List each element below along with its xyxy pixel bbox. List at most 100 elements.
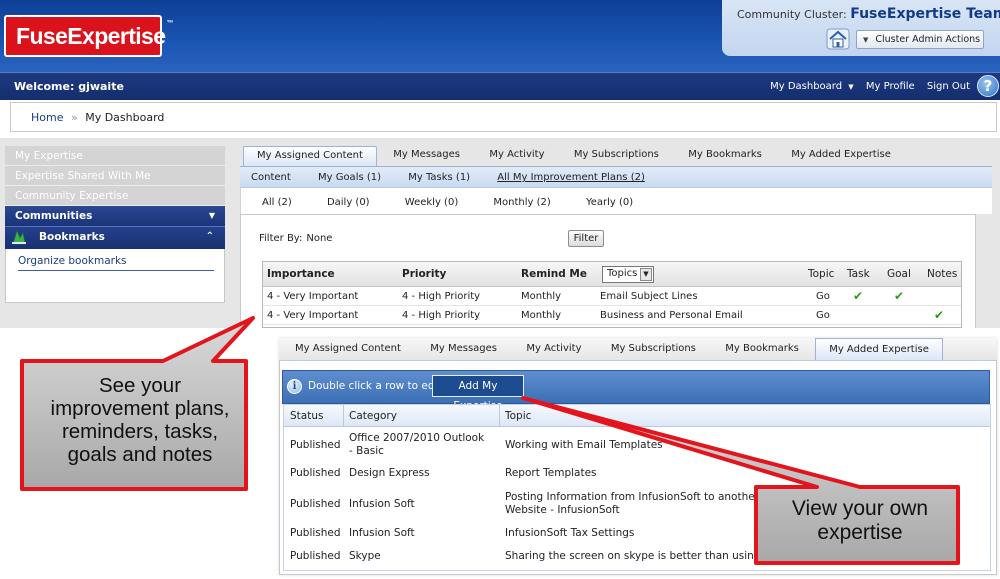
chevron-down-icon: ▼ (640, 268, 652, 281)
col-topic[interactable]: Topic (505, 410, 531, 422)
subtab-my-goals[interactable]: My Goals (1) (318, 172, 381, 183)
col-status[interactable]: Status (290, 410, 323, 422)
topics-select-value: Topics (607, 268, 638, 279)
tab-my-messages[interactable]: My Messages (380, 146, 473, 166)
table-row[interactable]: Published Office 2007/2010 Outlook - Bas… (284, 427, 990, 463)
check-icon: ✔ (853, 289, 864, 303)
frequency-filter-bar: All (2) Daily (0) Weekly (0) Monthly (2)… (240, 188, 992, 214)
subtab-my-tasks[interactable]: My Tasks (1) (408, 172, 470, 183)
chevron-up-icon: ⌃ (205, 231, 214, 242)
freq-yearly[interactable]: Yearly (0) (586, 197, 633, 208)
subtab-content[interactable]: Content (251, 172, 291, 183)
nav-sign-out[interactable]: Sign Out (927, 81, 970, 92)
table-row[interactable]: 4 - Very Important 4 - High Priority Mon… (263, 306, 961, 325)
tab-my-activity[interactable]: My Activity (476, 146, 557, 166)
callout-line: improvement plans, (50, 397, 230, 420)
tab-my-subscriptions[interactable]: My Subscriptions (561, 146, 672, 166)
col-topic: Topic (808, 268, 835, 280)
row-topic: Working with Email Templates (505, 439, 663, 451)
col-remind-me[interactable]: Remind Me (521, 268, 587, 280)
tab-my-assigned-content[interactable]: My Assigned Content (282, 338, 414, 360)
table-row[interactable]: Published Design Express Report Template… (284, 463, 990, 486)
row-status: Published (290, 498, 341, 510)
freq-weekly[interactable]: Weekly (0) (405, 197, 458, 208)
filter-button[interactable]: Filter (568, 230, 604, 247)
column-divider (343, 405, 344, 427)
sidebar-communities-header[interactable]: Communities ▼ (5, 206, 225, 227)
freq-all[interactable]: All (2) (262, 197, 292, 208)
callout-line: expertise (817, 521, 903, 544)
callout-own-expertise-text: View your own expertise (762, 497, 958, 545)
nav-my-dashboard[interactable]: My Dashboard ▼ (761, 81, 854, 92)
organize-bookmarks-link[interactable]: Organize bookmarks (18, 255, 214, 271)
table-row[interactable]: 4 - Very Important 4 - High Priority Mon… (263, 287, 961, 306)
logo-trademark: ™ (166, 20, 173, 27)
row-importance: 4 - Very Important (267, 291, 359, 302)
tab-my-subscriptions[interactable]: My Subscriptions (598, 338, 709, 360)
row-category: Infusion Soft (349, 527, 415, 539)
chevron-down-icon: ▼ (848, 83, 854, 91)
row-priority: 4 - High Priority (402, 291, 481, 302)
row-category: Skype (349, 550, 381, 562)
row-topic: InfusionSoft Tax Settings (505, 527, 635, 539)
communities-label: Communities (15, 210, 93, 222)
sidebar-item-my-expertise[interactable]: My Expertise (5, 146, 225, 166)
sidebar-bookmarks-header[interactable]: Bookmarks ⌃ (5, 227, 225, 249)
row-go-link[interactable]: Go (816, 310, 830, 321)
col-category[interactable]: Category (349, 410, 397, 422)
col-goal: Goal (887, 268, 911, 280)
callout-line: View your own (791, 497, 929, 520)
row-go-link[interactable]: Go (816, 291, 830, 302)
cluster-name: FuseExpertise Team (850, 6, 1000, 22)
sidebar-item-shared-with-me[interactable]: Expertise Shared With Me (5, 166, 225, 186)
col-priority[interactable]: Priority (402, 268, 446, 280)
help-icon[interactable]: ? (977, 75, 999, 97)
filter-by: Filter By: None (259, 233, 332, 244)
home-icon[interactable] (826, 28, 850, 50)
callout-line: reminders, tasks, (61, 420, 219, 443)
tab-my-activity[interactable]: My Activity (513, 338, 594, 360)
row-topic-name: Business and Personal Email (600, 310, 743, 321)
col-importance[interactable]: Importance (267, 268, 335, 280)
edit-hint: Double click a row to edit. (308, 380, 445, 392)
col-notes: Notes (927, 268, 958, 280)
breadcrumb-current: My Dashboard (85, 111, 165, 124)
nav-my-profile[interactable]: My Profile (866, 81, 915, 92)
bookmarks-panel: Organize bookmarks (5, 249, 225, 303)
plan-table-header: Importance Priority Remind Me Topics ▼ T… (263, 262, 961, 287)
expertise-table-header: Status Category Topic (284, 405, 990, 427)
row-importance: 4 - Very Important (267, 310, 359, 321)
tab-my-added-expertise[interactable]: My Added Expertise (778, 146, 904, 166)
filter-by-label: Filter By: (259, 233, 303, 244)
breadcrumb-home-link[interactable]: Home (31, 111, 63, 124)
tab-my-bookmarks[interactable]: My Bookmarks (675, 146, 775, 166)
row-remind: Monthly (521, 291, 562, 302)
fuseexpertise-logo[interactable]: FuseExpertise™ (4, 15, 174, 57)
row-topic-name: Email Subject Lines (600, 291, 698, 302)
row-remind: Monthly (521, 310, 562, 321)
cluster-admin-actions-button[interactable]: ▼ Cluster Admin Actions (856, 30, 984, 49)
tab-my-messages[interactable]: My Messages (417, 338, 510, 360)
table-row[interactable]: Published Skype Sharing the screen on sk… (284, 546, 990, 569)
row-category: Design Express (349, 467, 430, 479)
sub-nav: Content My Goals (1) My Tasks (1) All My… (240, 166, 992, 188)
add-my-expertise-button[interactable]: Add My Expertise (432, 375, 524, 412)
tab-my-assigned-content[interactable]: My Assigned Content (243, 146, 377, 166)
column-divider (499, 405, 500, 427)
freq-daily[interactable]: Daily (0) (327, 197, 370, 208)
main-tabs: My Assigned Content My Messages My Activ… (243, 146, 904, 166)
topics-select[interactable]: Topics ▼ (602, 266, 654, 283)
top-nav: My Dashboard ▼ My Profile Sign Out (752, 81, 970, 92)
callout-improvement-plans-text: See your improvement plans, reminders, t… (40, 374, 240, 466)
improvement-plans-table: Importance Priority Remind Me Topics ▼ T… (262, 261, 962, 328)
sidebar-item-community-expertise[interactable]: Community Expertise (5, 186, 225, 206)
check-icon: ✔ (894, 289, 905, 303)
row-category: Infusion Soft (349, 498, 415, 510)
row-topic: Sharing the screen on skype is better th… (505, 550, 824, 562)
subtab-all-improvement-plans[interactable]: All My Improvement Plans (2) (497, 172, 645, 183)
row-status: Published (290, 467, 341, 479)
tab-my-bookmarks[interactable]: My Bookmarks (712, 338, 812, 360)
freq-monthly[interactable]: Monthly (2) (493, 197, 550, 208)
tab-my-added-expertise[interactable]: My Added Expertise (815, 338, 943, 360)
expertise-table: Status Category Topic Published Office 2… (283, 404, 991, 571)
